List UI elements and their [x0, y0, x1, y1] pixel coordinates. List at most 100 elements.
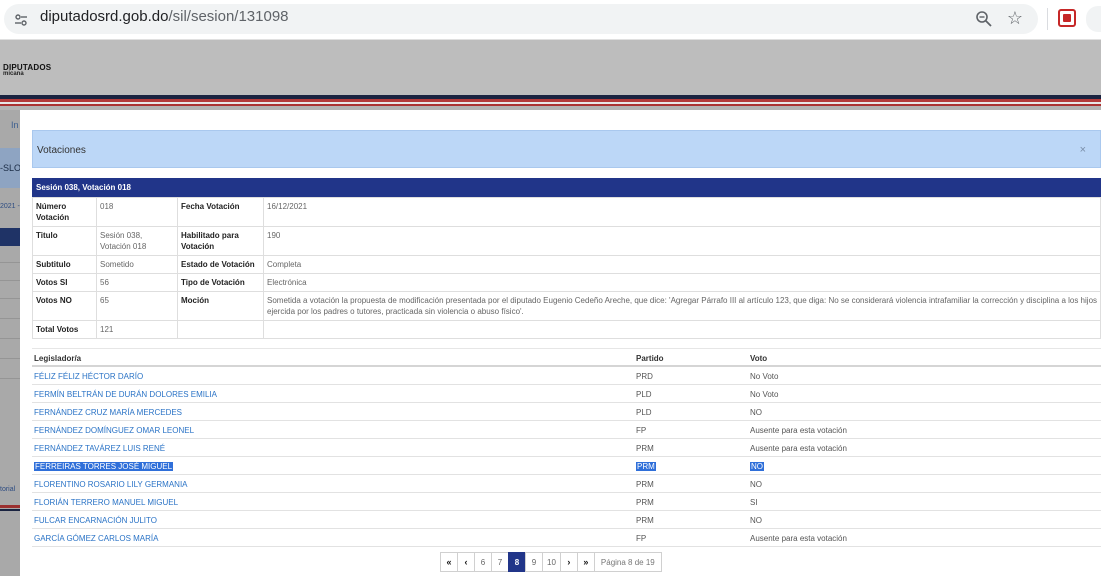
vote-cell: SI	[750, 498, 758, 507]
pagination: « ‹ 6 7 8 9 10 › » Página 8 de 19	[440, 552, 662, 572]
legislator-name-link[interactable]: FÉLIZ FÉLIZ HÉCTOR DARÍO	[34, 372, 143, 381]
header-stripe	[0, 104, 1101, 106]
toolbar-divider	[1047, 8, 1048, 30]
last-page-button[interactable]: »	[576, 552, 595, 572]
detail-label: Subtitulo	[32, 255, 97, 274]
table-row: FLORENTINO ROSARIO LILY GERMANIA PRM NO	[32, 475, 1101, 493]
modal-header: Votaciones ×	[32, 130, 1101, 168]
url-path: /sil/sesion/131098	[168, 8, 289, 25]
table-row: GARCÍA GÓMEZ CARLOS MARÍA FP Ausente para …	[32, 529, 1101, 547]
vote-panel-header: Sesión 038, Votación 018	[32, 178, 1101, 197]
header-party: Partido	[636, 354, 664, 363]
vote-panel-title: Sesión 038, Votación 018	[36, 183, 132, 192]
details-row: Subtitulo Sometido Estado de Votación Co…	[32, 255, 1101, 274]
vote-details-table: Número Votación 018 Fecha Votación 16/12…	[32, 197, 1101, 339]
detail-label: Titulo	[32, 226, 97, 256]
party-cell: PRM	[636, 444, 654, 453]
legislator-name-link[interactable]: FERMÍN BELTRÁN DE DURÁN DOLORES EMILIA	[34, 390, 217, 399]
table-row: FULCAR ENCARNACIÓN JULITO PRM NO	[32, 511, 1101, 529]
vote-cell: Ausente para esta votación	[750, 444, 847, 453]
detail-value: Sesión 038, Votación 018	[96, 226, 178, 256]
background-row-line	[0, 280, 20, 281]
detail-value: 65	[96, 291, 178, 321]
page-number-button[interactable]: 8	[508, 552, 526, 572]
page-info: Página 8 de 19	[593, 552, 662, 572]
detail-value: Electrónica	[263, 273, 1101, 292]
table-row: FERNÁNDEZ TAVÁREZ LUIS RENÉ PRM Ausente pa…	[32, 439, 1101, 457]
details-row: Número Votación 018 Fecha Votación 16/12…	[32, 197, 1101, 227]
table-row: FERNÁNDEZ DOMÍNGUEZ OMAR LEONEL FP Ausente…	[32, 421, 1101, 439]
modal-title: Votaciones	[37, 145, 86, 156]
table-row: FERREIRAS TORRES JOSÉ MIGUEL PRM NO	[32, 457, 1101, 475]
page-number-button[interactable]: 9	[525, 552, 543, 572]
details-row: Total Votos 121	[32, 320, 1101, 339]
vote-cell: NO	[750, 462, 764, 471]
extension-icon[interactable]	[1058, 9, 1076, 27]
votaciones-modal: Votaciones × Sesión 038, Votación 018 Nú…	[20, 110, 1101, 576]
next-page-button[interactable]: ›	[559, 552, 578, 572]
background-footer-stripe	[0, 509, 20, 511]
table-row: FERMÍN BELTRÁN DE DURÁN DOLORES EMILIA PL…	[32, 385, 1101, 403]
site-info-icon[interactable]	[10, 9, 32, 31]
background-row-line	[0, 298, 20, 299]
background-link: In	[11, 120, 19, 130]
party-cell: PRM	[636, 498, 654, 507]
background-band-text: -SLO	[0, 163, 22, 173]
first-page-button[interactable]: «	[440, 552, 458, 572]
detail-label: Número Votación	[32, 197, 97, 227]
page-number-button[interactable]: 6	[474, 552, 492, 572]
zoom-icon[interactable]	[974, 9, 994, 29]
legislator-votes-table: Legislador/a Partido Voto FÉLIZ FÉLIZ HÉ…	[32, 348, 1101, 547]
party-cell: PLD	[636, 390, 652, 399]
background-row-line	[0, 358, 20, 359]
profile-button[interactable]	[1086, 6, 1101, 32]
detail-label: Votos SI	[32, 273, 97, 292]
legislator-name-link[interactable]: FERREIRAS TORRES JOSÉ MIGUEL	[34, 462, 174, 471]
detail-value: 190	[263, 226, 1101, 256]
table-row: FERNÁNDEZ CRUZ MARÍA MERCEDES PLD NO	[32, 403, 1101, 421]
table-row: FÉLIZ FÉLIZ HÉCTOR DARÍO PRD No Voto	[32, 367, 1101, 385]
detail-value: Sometida a votación la propuesta de modi…	[263, 291, 1101, 321]
legislator-name-link[interactable]: FULCAR ENCARNACIÓN JULITO	[34, 516, 157, 525]
party-cell: PRM	[636, 516, 654, 525]
detail-value: Sometido	[96, 255, 178, 274]
background-row-line	[0, 338, 20, 339]
page-number-button[interactable]: 7	[491, 552, 509, 572]
detail-label: Fecha Votación	[177, 197, 264, 227]
details-row: Votos NO 65 Moción Sometida a votación l…	[32, 291, 1101, 321]
background-row-line	[0, 262, 20, 263]
detail-label: Moción	[177, 291, 264, 321]
table-row: FLORIÁN TERRERO MANUEL MIGUEL PRM SI	[32, 493, 1101, 511]
header-legislator: Legislador/a	[34, 354, 82, 363]
detail-value: Completa	[263, 255, 1101, 274]
bookmark-star-icon[interactable]: ☆	[1005, 8, 1025, 28]
url-domain: diputadosrd.gob.do	[40, 8, 169, 25]
prev-page-button[interactable]: ‹	[457, 552, 475, 572]
legislator-name-link[interactable]: FLORENTINO ROSARIO LILY GERMANIA	[34, 480, 188, 489]
detail-label: Total Votos	[32, 320, 97, 339]
detail-value: 16/12/2021	[263, 197, 1101, 227]
legislator-name-link[interactable]: FERNÁNDEZ DOMÍNGUEZ OMAR LEONEL	[34, 426, 194, 435]
party-cell: FP	[636, 426, 647, 435]
background-row-line	[0, 378, 20, 379]
details-row: Titulo Sesión 038, Votación 018 Habilita…	[32, 226, 1101, 256]
site-header	[0, 40, 1101, 96]
detail-label: Tipo de Votación	[177, 273, 264, 292]
vote-cell: NO	[750, 516, 762, 525]
background-row-line	[0, 318, 20, 319]
party-cell: FP	[636, 534, 647, 543]
legislator-name-link[interactable]: FERNÁNDEZ CRUZ MARÍA MERCEDES	[34, 408, 182, 417]
detail-label: Estado de Votación	[177, 255, 264, 274]
legislator-name-link[interactable]: FLORIÁN TERRERO MANUEL MIGUEL	[34, 498, 178, 507]
detail-value: 121	[96, 320, 178, 339]
url-text[interactable]: diputadosrd.gob.do/sil/sesion/131098	[40, 8, 289, 25]
page-number-button[interactable]: 10	[542, 552, 561, 572]
detail-value	[263, 320, 1101, 339]
vote-cell: Ausente para esta votación	[750, 426, 847, 435]
legislator-name-link[interactable]: GARCÍA GÓMEZ CARLOS MARÍA	[34, 534, 158, 543]
detail-label: Votos NO	[32, 291, 97, 321]
close-icon[interactable]: ×	[1080, 144, 1086, 156]
details-row: Votos SI 56 Tipo de Votación Electrónica	[32, 273, 1101, 292]
legislator-name-link[interactable]: FERNÁNDEZ TAVÁREZ LUIS RENÉ	[34, 444, 165, 453]
background-footer-text: torial	[0, 486, 16, 493]
